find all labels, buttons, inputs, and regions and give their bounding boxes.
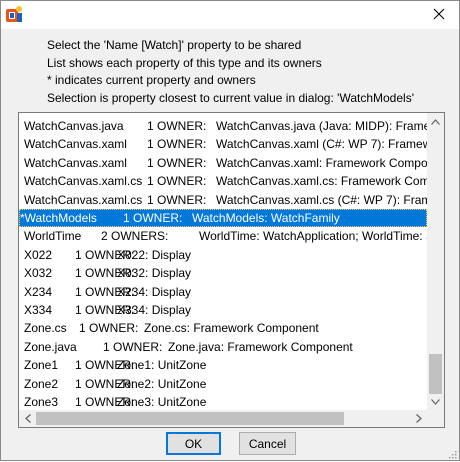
list-item[interactable]: X334 1 OWNER: X334: Display: [19, 301, 427, 319]
list-item-detail: WatchCanvas.xaml.cs (C#: WP 7): Framewor…: [216, 191, 427, 209]
list-item-name: Zone2: [24, 375, 58, 393]
list-item[interactable]: X022 1 OWNER: X022: Display: [19, 246, 427, 264]
close-button[interactable]: [419, 1, 459, 29]
list-item[interactable]: WatchCanvas.xaml 1 OWNER: WatchCanvas.xaml…: [19, 154, 427, 172]
list-item-name: WatchCanvas.xaml.cs: [24, 191, 142, 209]
list-item-name: Zone.java: [24, 338, 77, 356]
list-item-detail: X032: Display: [117, 264, 191, 282]
vertical-scrollbar[interactable]: [427, 113, 444, 410]
list-item-owners: 1 OWNER:: [103, 338, 162, 356]
list-item-owners: 2 OWNERS:: [101, 227, 168, 245]
vertical-scroll-thumb[interactable]: [429, 354, 442, 394]
list-item-detail: X234: Display: [117, 283, 191, 301]
list-item[interactable]: *WatchModels 1 OWNER: WatchModels: WatchFa…: [19, 209, 427, 227]
list-item-name: Zone1: [24, 356, 58, 374]
ok-button[interactable]: OK: [166, 432, 221, 455]
scroll-up-arrow-icon[interactable]: [427, 113, 444, 130]
list-item-name: X234: [24, 283, 52, 301]
property-list[interactable]: WatchCanvas.java 1 OWNER: WatchCanvas.java…: [18, 112, 445, 428]
list-item-owners: 1 OWNER:: [147, 154, 206, 172]
list-item-detail: Zone2: UnitZone: [117, 375, 206, 393]
list-item-name: Zone3: [24, 393, 58, 410]
list-item[interactable]: WorldTime 2 OWNERS: WorldTime: WatchApplic…: [19, 227, 427, 245]
list-item-owners: 1 OWNER:: [147, 172, 206, 190]
list-item[interactable]: WatchCanvas.xaml.cs 1 OWNER: WatchCanvas.x…: [19, 191, 427, 209]
list-item-detail: Zone3: UnitZone: [117, 393, 206, 410]
scroll-corner: [427, 410, 444, 427]
list-item[interactable]: WatchCanvas.java 1 OWNER: WatchCanvas.java…: [19, 117, 427, 135]
instruction-line: Select the 'Name [Watch]' property to be…: [47, 37, 447, 55]
list-item-owners: 1 OWNER:: [147, 117, 206, 135]
list-item[interactable]: Zone2 1 OWNER: Zone2: UnitZone: [19, 375, 427, 393]
resize-grip-icon[interactable]: [447, 448, 457, 458]
list-item-name: WatchCanvas.xaml: [24, 135, 127, 153]
list-item-detail: WatchCanvas.java (Java: MIDP): Framework…: [216, 117, 427, 135]
list-item[interactable]: Zone.java 1 OWNER: Zone.java: Framework Co…: [19, 338, 427, 356]
list-item-name: X334: [24, 301, 52, 319]
list-item-detail: Zone1: UnitZone: [117, 356, 206, 374]
property-list-viewport[interactable]: WatchCanvas.java 1 OWNER: WatchCanvas.java…: [19, 113, 427, 410]
list-item-name: WorldTime: [24, 227, 81, 245]
list-item[interactable]: X032 1 OWNER: X032: Display: [19, 264, 427, 282]
list-item-detail: WatchCanvas.xaml: Framework Component: [216, 154, 427, 172]
list-item-detail: X334: Display: [117, 301, 191, 319]
instructions-text: Select the 'Name [Watch]' property to be…: [47, 37, 447, 107]
list-item[interactable]: WatchCanvas.xaml.cs 1 OWNER: WatchCanvas.x…: [19, 172, 427, 190]
instruction-line: Selection is property closest to current…: [47, 90, 447, 108]
list-item-name: X022: [24, 246, 52, 264]
dialog-window: Select the 'Name [Watch]' property to be…: [0, 0, 460, 461]
list-item-owners: 1 OWNER:: [147, 191, 206, 209]
list-item-detail: WatchCanvas.xaml (C#: WP 7): Framework C…: [216, 135, 427, 153]
scroll-down-arrow-icon[interactable]: [427, 393, 444, 410]
list-item[interactable]: Zone1 1 OWNER: Zone1: UnitZone: [19, 356, 427, 374]
list-item-name: WatchCanvas.java: [24, 117, 124, 135]
title-bar[interactable]: [1, 1, 459, 29]
scroll-right-arrow-icon[interactable]: [410, 410, 427, 427]
list-item[interactable]: Zone3 1 OWNER: Zone3: UnitZone: [19, 393, 427, 410]
list-item[interactable]: X234 1 OWNER: X234: Display: [19, 283, 427, 301]
list-item-name: WatchCanvas.xaml: [24, 154, 127, 172]
instruction-line: * indicates current property and owners: [47, 72, 447, 90]
list-item-detail: WatchModels: WatchFamily: [192, 209, 340, 227]
list-item-name: *WatchModels: [20, 209, 97, 227]
horizontal-scroll-thumb[interactable]: [36, 412, 344, 425]
list-item-owners: 1 OWNER:: [147, 135, 206, 153]
list-item-name: Zone.cs: [24, 319, 67, 337]
scroll-left-arrow-icon[interactable]: [19, 410, 36, 427]
list-item[interactable]: WatchCanvas.xaml 1 OWNER: WatchCanvas.xaml…: [19, 135, 427, 153]
cancel-button[interactable]: Cancel: [239, 432, 296, 455]
list-item-name: WatchCanvas.xaml.cs: [24, 172, 142, 190]
list-item[interactable]: Zone.cs 1 OWNER: Zone.cs: Framework Compon…: [19, 319, 427, 337]
list-item-owners: 1 OWNER:: [123, 209, 182, 227]
instruction-line: List shows each property of this type an…: [47, 55, 447, 73]
list-item-detail: WatchCanvas.xaml.cs: Framework Component: [216, 172, 427, 190]
list-item-detail: Zone.java: Framework Component: [168, 338, 353, 356]
list-item-detail: WorldTime: WatchApplication; WorldTime: …: [199, 227, 427, 245]
list-item-name: X032: [24, 264, 52, 282]
app-logo-icon: [5, 5, 23, 23]
list-item-owners: 1 OWNER:: [79, 319, 138, 337]
close-icon: [433, 8, 445, 23]
list-item-detail: X022: Display: [117, 246, 191, 264]
list-item-detail: Zone.cs: Framework Component: [144, 319, 319, 337]
horizontal-scrollbar[interactable]: [19, 410, 427, 427]
